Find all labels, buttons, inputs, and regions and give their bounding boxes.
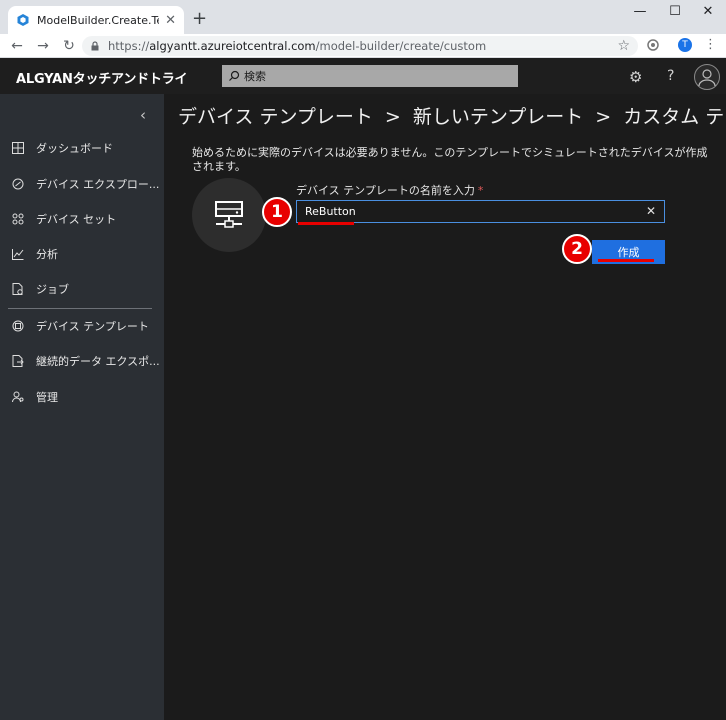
breadcrumb-new-template[interactable]: 新しいテンプレート <box>413 106 583 128</box>
data-export-icon <box>12 355 24 367</box>
url-scheme: https:// <box>108 39 150 53</box>
sidebar-item-device-templates[interactable]: デバイス テンプレート <box>0 311 164 341</box>
analytics-icon <box>12 249 24 260</box>
sidebar-item-dashboard[interactable]: ダッシュボード <box>0 133 164 163</box>
sidebar-item-label: デバイス エクスプロー... <box>36 178 160 191</box>
template-name-label: デバイス テンプレートの名前を入力 * <box>296 182 483 198</box>
extension-icon[interactable] <box>646 38 660 52</box>
search-icon <box>229 70 240 81</box>
step-1-badge: 1 <box>262 197 292 227</box>
iot-central-favicon-icon <box>17 14 29 26</box>
sidebar-item-label: デバイス テンプレート <box>36 320 149 333</box>
template-name-label-text: デバイス テンプレートの名前を入力 <box>296 184 475 197</box>
device-templates-icon <box>12 320 24 332</box>
forward-icon[interactable]: → <box>30 38 56 54</box>
sidebar-divider <box>8 308 152 309</box>
step-2-badge: 2 <box>562 234 592 264</box>
bookmark-star-icon[interactable]: ☆ <box>617 38 630 54</box>
intro-text: 始めるために実際のデバイスは必要ありません。このテンプレートでシミュレートされた… <box>192 146 708 173</box>
sidebar: ‹ ダッシュボード デバイス エクスプロー... デバイス セット 分析 ジョブ… <box>0 94 164 720</box>
minimize-icon[interactable]: — <box>630 4 650 19</box>
template-name-input[interactable] <box>305 205 635 218</box>
sidebar-item-device-sets[interactable]: デバイス セット <box>0 204 164 234</box>
sidebar-item-device-explorer[interactable]: デバイス エクスプロー... <box>0 169 164 199</box>
breadcrumb-separator: > <box>384 106 401 128</box>
window-close-icon[interactable]: ✕ <box>698 4 718 19</box>
help-icon[interactable]: ? <box>667 68 674 84</box>
template-name-field[interactable]: ✕ <box>296 200 665 223</box>
lock-icon <box>91 41 99 51</box>
breadcrumb-separator: > <box>595 106 612 128</box>
url-path: /model-builder/create/custom <box>315 39 487 53</box>
address-bar[interactable]: https:// algyantt.azureiotcentral.com /m… <box>82 36 638 56</box>
browser-menu-icon[interactable]: ⋮ <box>704 37 717 52</box>
maximize-icon[interactable]: ☐ <box>665 4 685 19</box>
device-sets-icon <box>12 213 24 225</box>
clear-input-icon[interactable]: ✕ <box>646 204 656 218</box>
reload-icon[interactable]: ↻ <box>56 38 82 54</box>
device-explorer-icon <box>12 178 24 190</box>
sidebar-item-data-export[interactable]: 継続的データ エクスポ... <box>0 346 164 376</box>
search-placeholder: 検索 <box>244 70 266 83</box>
settings-gear-icon[interactable]: ⚙ <box>629 68 642 86</box>
breadcrumb-custom-template: カスタム テン <box>623 106 726 128</box>
search-box[interactable]: 検索 <box>222 65 518 87</box>
jobs-icon <box>12 283 23 295</box>
breadcrumb: デバイス テンプレート > 新しいテンプレート > カスタム テン <box>178 102 726 129</box>
user-avatar[interactable] <box>694 64 720 90</box>
sidebar-item-label: 管理 <box>36 391 58 404</box>
profile-avatar[interactable]: T <box>678 38 692 52</box>
sidebar-item-label: ダッシュボード <box>36 142 113 155</box>
device-template-icon-circle <box>192 178 266 252</box>
tab-title: ModelBuilder.Create.TemplatesTi <box>37 13 159 27</box>
device-icon <box>215 201 243 228</box>
app-brand: ALGYANタッチアンドトライ <box>16 72 188 87</box>
browser-tabstrip: ModelBuilder.Create.TemplatesTi ✕ + — ☐ … <box>0 0 726 34</box>
sidebar-item-label: ジョブ <box>36 283 69 296</box>
step-1-underline <box>298 222 354 225</box>
sidebar-item-administration[interactable]: 管理 <box>0 382 164 412</box>
browser-toolbar: ← → ↻ https:// algyantt.azureiotcentral.… <box>0 34 726 58</box>
sidebar-item-label: デバイス セット <box>36 213 117 226</box>
url-host: algyantt.azureiotcentral.com <box>149 39 316 53</box>
breadcrumb-device-templates[interactable]: デバイス テンプレート <box>178 106 373 128</box>
collapse-sidebar-icon[interactable]: ‹ <box>140 106 146 124</box>
required-asterisk: * <box>477 184 484 197</box>
browser-tab[interactable]: ModelBuilder.Create.TemplatesTi ✕ <box>8 6 184 34</box>
tab-close-icon[interactable]: ✕ <box>165 13 176 28</box>
dashboard-icon <box>12 142 24 154</box>
main-content: デバイス テンプレート > 新しいテンプレート > カスタム テン 始めるために実際のデ… <box>164 94 726 720</box>
administration-icon <box>12 391 24 403</box>
new-tab-icon[interactable]: + <box>192 8 207 29</box>
sidebar-item-analytics[interactable]: 分析 <box>0 239 164 269</box>
sidebar-item-jobs[interactable]: ジョブ <box>0 274 164 304</box>
user-icon <box>698 69 716 87</box>
back-icon[interactable]: ← <box>4 38 30 54</box>
sidebar-item-label: 分析 <box>36 248 58 261</box>
sidebar-item-label: 継続的データ エクスポ... <box>36 355 160 368</box>
step-2-underline <box>598 259 654 262</box>
app-header: ALGYANタッチアンドトライ 検索 ⚙ ? <box>0 58 726 94</box>
